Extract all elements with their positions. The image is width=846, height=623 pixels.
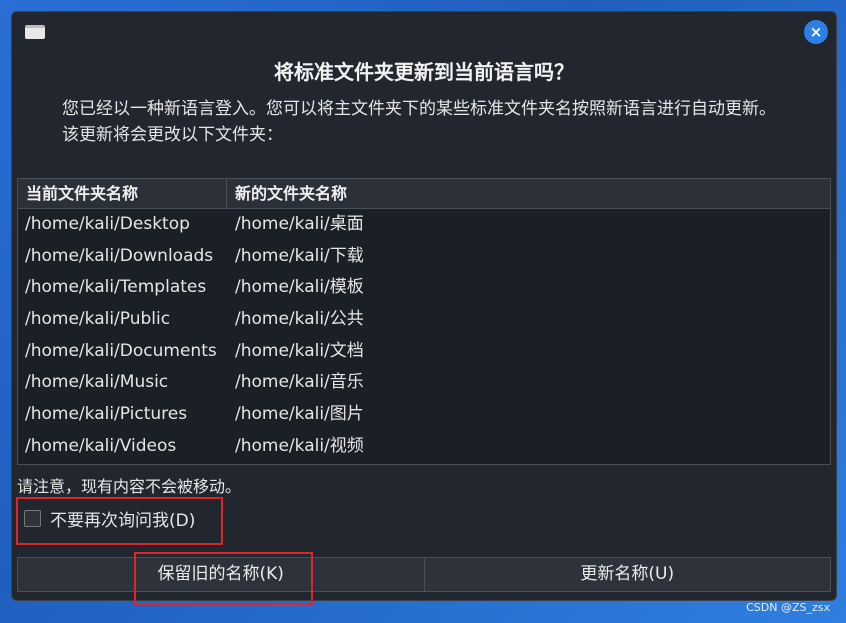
current-folder-cell: /home/kali/Desktop (25, 214, 190, 234)
table-row[interactable]: /home/kali/Music /home/kali/音乐 (18, 367, 830, 399)
current-folder-cell: /home/kali/Templates (25, 277, 207, 298)
dialog-description: 您已经以一种新语言登入。您可以将主文件夹下的某些标准文件夹名按照新语言进行自动更… (62, 99, 776, 145)
column-header-new[interactable]: 新的文件夹名称 (227, 179, 347, 208)
folder-table: 当前文件夹名称 新的文件夹名称 /home/kali/Desktop /home… (17, 178, 831, 465)
watermark: CSDN @ZS_zsx (746, 601, 830, 614)
current-folder-cell: /home/kali/Pictures (25, 404, 188, 425)
notice-text: 请注意，现有内容不会被移动。 (17, 477, 242, 496)
new-folder-cell: /home/kali/文档 (235, 340, 364, 361)
close-button[interactable]: × (804, 20, 828, 44)
window-icon (25, 25, 45, 39)
table-row[interactable]: /home/kali/Pictures /home/kali/图片 (18, 399, 830, 431)
new-folder-cell: /home/kali/桌面 (235, 214, 364, 234)
current-folder-cell: /home/kali/Downloads (25, 245, 214, 266)
current-folder-cell: /home/kali/Documents (25, 340, 217, 361)
keep-old-names-button[interactable]: 保留旧的名称(K) (17, 557, 425, 592)
checkbox-label[interactable]: 不要再次询问我(D) (50, 506, 195, 531)
table-header: 当前文件夹名称 新的文件夹名称 (18, 179, 830, 209)
button-bar: 保留旧的名称(K) 更新名称(U) (17, 557, 831, 592)
current-folder-cell: /home/kali/Public (25, 309, 171, 330)
update-names-button[interactable]: 更新名称(U) (424, 557, 831, 592)
new-folder-cell: /home/kali/模板 (235, 277, 364, 298)
new-folder-cell: /home/kali/音乐 (235, 372, 364, 393)
new-folder-cell: /home/kali/视频 (235, 435, 364, 456)
table-row[interactable]: /home/kali/Videos /home/kali/视频 (18, 431, 830, 463)
dont-ask-again-checkbox[interactable]: 不要再次询问我(D) (24, 506, 195, 531)
table-row[interactable]: /home/kali/Templates /home/kali/模板 (18, 272, 830, 304)
checkbox-box[interactable] (24, 510, 41, 527)
current-folder-cell: /home/kali/Videos (25, 435, 177, 456)
folder-rename-dialog: × 将标准文件夹更新到当前语言吗？ 您已经以一种新语言登入。您可以将主文件夹下的… (11, 11, 837, 601)
table-row[interactable]: /home/kali/Documents /home/kali/文档 (18, 336, 830, 368)
dialog-title: 将标准文件夹更新到当前语言吗？ (274, 60, 574, 84)
close-icon: × (809, 23, 823, 41)
new-folder-cell: /home/kali/图片 (235, 404, 364, 425)
table-row[interactable]: /home/kali/Public /home/kali/公共 (18, 304, 830, 336)
table-row[interactable]: /home/kali/Desktop /home/kali/桌面 (18, 209, 830, 241)
new-folder-cell: /home/kali/下载 (235, 245, 364, 266)
table-row[interactable]: /home/kali/Downloads /home/kali/下载 (18, 241, 830, 273)
column-header-current[interactable]: 当前文件夹名称 (18, 179, 227, 208)
new-folder-cell: /home/kali/公共 (235, 309, 364, 330)
current-folder-cell: /home/kali/Music (25, 372, 169, 393)
